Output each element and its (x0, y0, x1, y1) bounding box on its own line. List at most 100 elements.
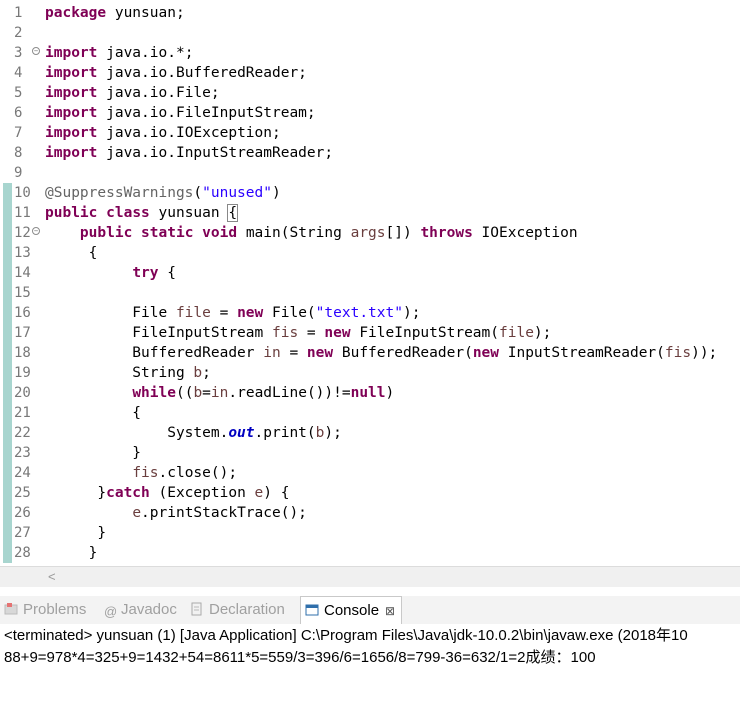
code-text: BufferedReader in = new BufferedReader(n… (45, 345, 718, 361)
horizontal-scrollbar[interactable]: < (0, 566, 740, 587)
code-line[interactable]: 24 fis.close(); (0, 463, 740, 483)
scroll-left-icon[interactable]: < (48, 569, 56, 584)
line-number: 26 (14, 505, 31, 521)
code-text: FileInputStream fis = new FileInputStrea… (45, 325, 552, 341)
code-line[interactable]: 1 package yunsuan; (0, 3, 740, 23)
code-editor[interactable]: 1 package yunsuan; 2 3− import java.io.*; 4 im… (0, 0, 740, 568)
code-text: import java.io.BufferedReader; (45, 65, 307, 81)
tab-console-label: Console (324, 602, 380, 619)
line-number: 6 (14, 105, 23, 121)
code-text: String b; (45, 365, 211, 381)
code-line[interactable]: 9 (0, 163, 740, 183)
code-line[interactable]: 19 String b; (0, 363, 740, 383)
code-line[interactable]: 16 File file = new File("text.txt"); (0, 303, 740, 323)
code-line[interactable]: 13 { (0, 243, 740, 263)
line-number: 17 (14, 325, 31, 341)
code-line[interactable]: 6 import java.io.FileInputStream; (0, 103, 740, 123)
code-line[interactable]: 26 e.printStackTrace(); (0, 503, 740, 523)
code-text: @SuppressWarnings("unused") (45, 185, 281, 201)
tab-javadoc[interactable]: @ Javadoc (104, 596, 177, 624)
code-text: public static void main(String args[]) t… (79, 225, 578, 241)
code-line[interactable]: 20 while((b=in.readLine())!=null) (0, 383, 740, 403)
code-text: public class yunsuan { (45, 204, 239, 222)
code-line[interactable]: 2 (0, 23, 740, 43)
line-number: 4 (14, 65, 23, 81)
code-line[interactable]: 8 import java.io.InputStreamReader; (0, 143, 740, 163)
declaration-icon (191, 602, 202, 616)
close-icon[interactable]: ⊠ (385, 604, 395, 618)
line-number: 28 (14, 545, 31, 561)
code-text: try { (132, 265, 176, 281)
line-number: 18 (14, 345, 31, 361)
code-text: e.printStackTrace(); (132, 505, 307, 521)
code-text: System.out.print(b); (45, 425, 342, 441)
code-text: fis.close(); (132, 465, 238, 481)
console-status-line: <terminated> yunsuan (1) [Java Applicati… (4, 627, 688, 644)
fold-collapse-icon[interactable]: − (32, 47, 40, 55)
bottom-panel-tabbar: Problems @ Javadoc Declaration Console ⊠ (0, 596, 740, 625)
line-number: 16 (14, 305, 31, 321)
code-text: while((b=in.readLine())!=null) (132, 385, 395, 401)
line-number: 7 (14, 125, 23, 141)
code-text: }catch (Exception e) { (45, 485, 290, 501)
console-output-line: 88+9=978*4=325+9=1432+54=8611*5=559/3=39… (4, 649, 596, 666)
tab-declaration-label: Declaration (209, 601, 285, 618)
line-number: 27 (14, 525, 31, 541)
line-number: 1 (14, 5, 23, 21)
code-line[interactable]: 4 import java.io.BufferedReader; (0, 63, 740, 83)
line-number: 15 (14, 285, 31, 301)
line-number: 24 (14, 465, 31, 481)
code-line[interactable]: 25 }catch (Exception e) { (0, 483, 740, 503)
line-number: 8 (14, 145, 23, 161)
code-text: import java.io.*; (45, 45, 194, 61)
code-line[interactable]: 12− public static void main(String args[… (0, 223, 740, 243)
line-number: 20 (14, 385, 31, 401)
code-line[interactable]: 21 { (0, 403, 740, 423)
code-line[interactable]: 14 try { (0, 263, 740, 283)
line-number: 14 (14, 265, 31, 281)
code-text: import java.io.FileInputStream; (45, 105, 316, 121)
console-view[interactable]: <terminated> yunsuan (1) [Java Applicati… (0, 624, 740, 706)
code-line[interactable]: 23 } (0, 443, 740, 463)
code-text: } (45, 445, 142, 461)
line-number: 25 (14, 485, 31, 501)
code-line[interactable]: 17 FileInputStream fis = new FileInputSt… (0, 323, 740, 343)
code-line[interactable]: 27 } (0, 523, 740, 543)
line-number: 10 (14, 185, 31, 201)
code-line[interactable]: 28 } (0, 543, 740, 563)
fold-collapse-icon[interactable]: − (32, 227, 40, 235)
tab-problems[interactable]: Problems (4, 596, 86, 624)
code-text: package yunsuan; (45, 5, 185, 21)
code-line[interactable]: 3− import java.io.*; (0, 43, 740, 63)
line-number: 9 (14, 165, 23, 181)
line-number: 2 (14, 25, 23, 41)
code-line[interactable]: 22 System.out.print(b); (0, 423, 740, 443)
code-text: { (45, 245, 98, 261)
code-text: File file = new File("text.txt"); (45, 305, 421, 321)
line-number: 22 (14, 425, 31, 441)
code-text: } (45, 525, 107, 541)
at-icon: @ (104, 604, 118, 619)
tab-console[interactable]: Console ⊠ (300, 596, 403, 625)
code-line[interactable]: 18 BufferedReader in = new BufferedReade… (0, 343, 740, 363)
code-line[interactable]: 10 @SuppressWarnings("unused") (0, 183, 740, 203)
code-text: import java.io.InputStreamReader; (45, 145, 334, 161)
tab-problems-label: Problems (23, 601, 87, 618)
code-line[interactable]: 5 import java.io.File; (0, 83, 740, 103)
problems-icon (4, 603, 18, 615)
line-number: 19 (14, 365, 31, 381)
code-text: import java.io.File; (45, 85, 220, 101)
code-text: } (45, 545, 98, 561)
code-line[interactable]: 15 (0, 283, 740, 303)
console-icon (305, 604, 319, 616)
tab-declaration[interactable]: Declaration (190, 596, 285, 624)
code-text: import java.io.IOException; (45, 125, 281, 141)
line-number: 13 (14, 245, 31, 261)
code-line[interactable]: 7 import java.io.IOException; (0, 123, 740, 143)
line-number: 23 (14, 445, 31, 461)
code-text: { (45, 405, 142, 421)
code-line[interactable]: 11 public class yunsuan { (0, 203, 740, 223)
line-number: 5 (14, 85, 23, 101)
tab-javadoc-label: Javadoc (121, 601, 177, 618)
line-number: 11 (14, 205, 31, 221)
